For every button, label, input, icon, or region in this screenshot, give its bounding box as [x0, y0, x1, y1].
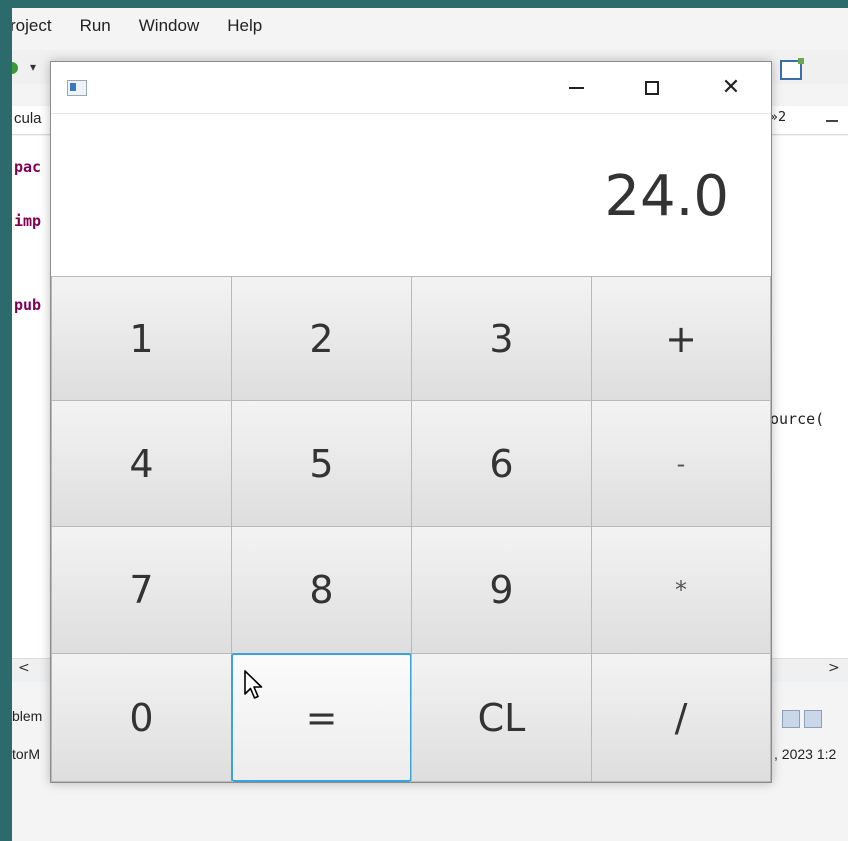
key-minus[interactable]: - [591, 400, 771, 527]
editor-tab[interactable]: cula [14, 110, 42, 127]
key-1[interactable]: 1 [51, 276, 232, 401]
key-7[interactable]: 7 [51, 526, 232, 654]
desktop-edge-top [0, 0, 848, 8]
keypad: 1 2 3 + 4 5 6 - 7 8 9 * 0 = CL / [51, 276, 771, 782]
key-plus[interactable]: + [591, 276, 771, 401]
key-0[interactable]: 0 [51, 653, 232, 782]
minimize-view-icon[interactable] [826, 120, 838, 122]
desktop-edge-left [0, 0, 12, 841]
ide-menubar: roject Run Window Help [12, 16, 264, 40]
minimize-icon [568, 86, 584, 89]
window-titlebar[interactable]: ✕ [51, 62, 771, 114]
dropdown-arrow-icon[interactable]: ▾ [30, 60, 36, 74]
calculator-window: ✕ 24.0 1 2 3 + 4 5 6 - 7 8 9 * 0 = CL / [50, 61, 772, 783]
view-icon-1[interactable] [782, 710, 800, 728]
mouse-pointer-icon [244, 670, 263, 699]
key-2[interactable]: 2 [231, 276, 412, 401]
calculator-display: 24.0 [51, 114, 771, 277]
problems-tab[interactable]: blem [12, 708, 42, 724]
maximize-button[interactable] [617, 62, 687, 113]
close-button[interactable]: ✕ [696, 62, 766, 113]
app-icon [67, 80, 87, 96]
key-multiply[interactable]: * [591, 526, 771, 654]
view-icon-2[interactable] [804, 710, 822, 728]
view-toolbar [782, 710, 826, 732]
new-window-icon[interactable] [780, 58, 804, 80]
key-6[interactable]: 6 [411, 400, 592, 527]
close-icon: ✕ [721, 74, 741, 100]
status-row-left: torM [12, 746, 40, 762]
code-line-import: imp [14, 212, 42, 230]
status-row-date: , 2023 1:2 [774, 746, 837, 762]
menu-help[interactable]: Help [225, 16, 264, 40]
tab-overflow-indicator[interactable]: »2 [770, 110, 786, 125]
menu-project[interactable]: roject [12, 16, 54, 40]
key-divide[interactable]: / [591, 653, 771, 782]
menu-window[interactable]: Window [137, 16, 201, 40]
scroll-left-icon[interactable]: < [18, 660, 30, 676]
minimize-button[interactable] [541, 62, 611, 113]
display-value: 24.0 [604, 164, 729, 229]
key-9[interactable]: 9 [411, 526, 592, 654]
code-fragment: ource( [770, 410, 825, 428]
code-line-package: pac [14, 158, 42, 176]
key-3[interactable]: 3 [411, 276, 592, 401]
key-clear[interactable]: CL [411, 653, 592, 782]
code-line-public: pub [14, 296, 42, 314]
key-8[interactable]: 8 [231, 526, 412, 654]
key-5[interactable]: 5 [231, 400, 412, 527]
scroll-right-icon[interactable]: > [828, 660, 840, 676]
key-4[interactable]: 4 [51, 400, 232, 527]
menu-run[interactable]: Run [78, 16, 113, 40]
maximize-icon [645, 80, 659, 95]
